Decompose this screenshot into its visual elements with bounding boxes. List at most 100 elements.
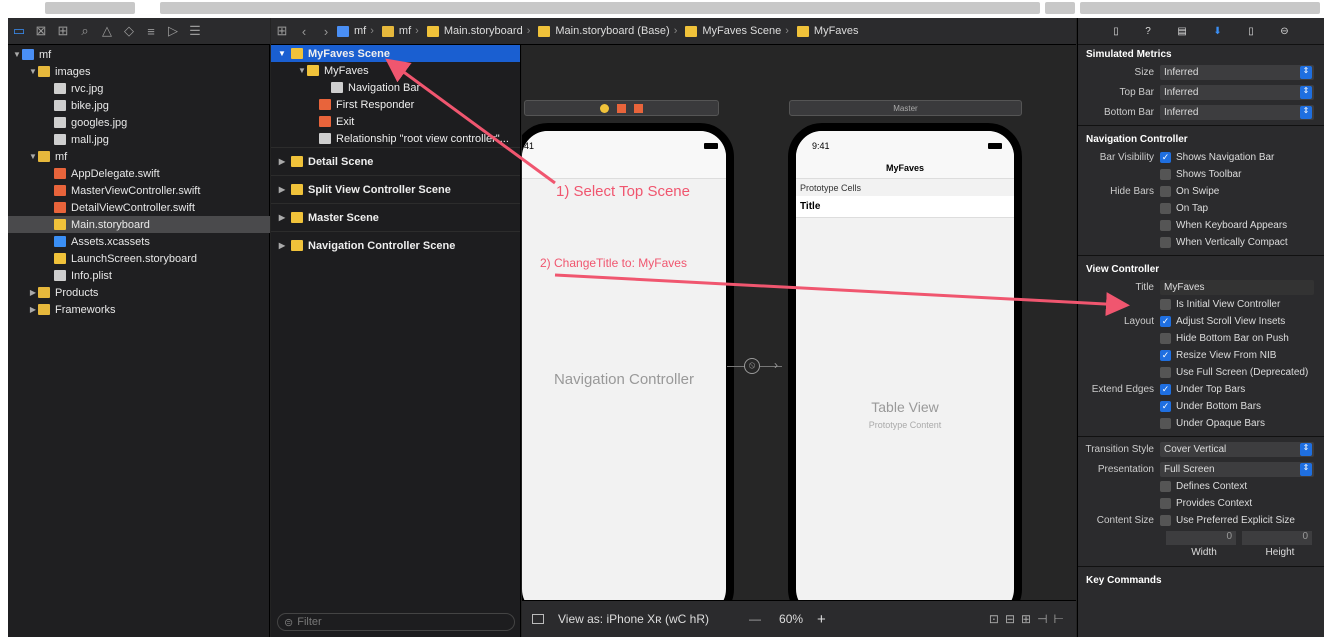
nav-item[interactable]: rvc.jpg (8, 80, 270, 97)
nav-item[interactable]: AppDelegate.swift (8, 165, 270, 182)
nav-item[interactable]: Info.plist (8, 267, 270, 284)
checkbox-keyboard[interactable] (1160, 220, 1171, 231)
disclosure-icon[interactable]: ▶ (28, 288, 38, 297)
outline-toggle-icon[interactable] (532, 614, 544, 624)
outline-scene[interactable]: ▶ Split View Controller Scene (271, 175, 520, 203)
cell-title[interactable]: Title (796, 196, 1014, 218)
scene-dock[interactable] (524, 100, 719, 116)
height-field[interactable]: 0 (1242, 530, 1312, 545)
nav-item[interactable]: ▶ Frameworks (8, 301, 270, 318)
disclosure-icon[interactable]: ▶ (277, 185, 287, 194)
disclosure-icon[interactable]: ▼ (277, 49, 287, 58)
width-field[interactable]: 0 (1166, 530, 1236, 545)
nav-item[interactable]: DetailViewController.swift (8, 199, 270, 216)
nav-item[interactable]: Main.storyboard (8, 216, 270, 233)
breakpoint-icon[interactable]: ▷ (162, 20, 184, 42)
disclosure-icon[interactable]: ▶ (277, 213, 287, 222)
identity-icon[interactable]: ▤ (1177, 26, 1186, 37)
back-icon[interactable]: ‹ (293, 20, 315, 42)
nav-item[interactable]: mall.jpg (8, 131, 270, 148)
master-scene-dock[interactable]: Master (789, 100, 1022, 116)
disclosure-icon[interactable]: ▶ (277, 241, 287, 250)
checkbox-shows-toolbar[interactable] (1160, 169, 1171, 180)
checkbox-provides[interactable] (1160, 498, 1171, 509)
breadcrumb-item[interactable]: MyFaves Scene › (685, 25, 793, 37)
grid-icon[interactable]: ⊞ (271, 20, 293, 42)
segue-icon[interactable]: ⦸ (744, 358, 760, 374)
disclosure-icon[interactable]: ▼ (28, 67, 38, 76)
nav-item[interactable]: ▼ mf (8, 148, 270, 165)
disclosure-icon[interactable]: ▶ (277, 157, 287, 166)
disclosure-icon[interactable]: ▼ (12, 50, 22, 59)
checkbox-is-initial[interactable] (1160, 299, 1171, 310)
file-icon[interactable]: ▯ (1113, 26, 1119, 37)
metric-select[interactable]: Inferred ⇕ (1160, 105, 1314, 120)
title-field[interactable]: MyFaves (1160, 280, 1314, 295)
nav-item[interactable]: bike.jpg (8, 97, 270, 114)
breadcrumb-item[interactable]: MyFaves (796, 25, 859, 37)
checkbox-on-swipe[interactable] (1160, 186, 1171, 197)
transition-style-select[interactable]: Cover Vertical ⇕ (1160, 442, 1314, 457)
checkbox-defines[interactable] (1160, 481, 1171, 492)
hierarchy-icon[interactable]: ⊞ (52, 20, 74, 42)
checkbox-under-opaque[interactable] (1160, 418, 1171, 429)
layout-tools-icon[interactable]: ⊡⊟⊞⊣⊢ (989, 612, 1070, 626)
vc-icon[interactable] (600, 103, 609, 113)
zoom-in-button[interactable]: + (817, 611, 826, 628)
breadcrumb-item[interactable]: Main.storyboard › (426, 25, 535, 37)
outline-item[interactable]: First Responder (271, 96, 520, 113)
nav-item[interactable]: MasterViewController.swift (8, 182, 270, 199)
outline-item[interactable]: Exit (271, 113, 520, 130)
outline-scene[interactable]: ▶ Navigation Controller Scene (271, 231, 520, 259)
test-icon[interactable]: ◇ (118, 20, 140, 42)
connections-icon[interactable]: ⊖ (1280, 26, 1288, 37)
nav-item[interactable]: Assets.xcassets (8, 233, 270, 250)
breadcrumb-item[interactable]: Main.storyboard (Base) › (538, 25, 681, 37)
breadcrumb-item[interactable]: mf › (381, 25, 423, 37)
master-phone[interactable]: 9:41 MyFaves Prototype Cells Title Table… (788, 123, 1022, 600)
disclosure-icon[interactable]: ▶ (28, 305, 38, 314)
storyboard-canvas[interactable]: 41 Navigation Controller ⦸ › Master 9:41… (522, 45, 1076, 600)
nav-item[interactable]: googles.jpg (8, 114, 270, 131)
search-icon[interactable]: ⌕ (74, 20, 96, 42)
help-icon[interactable]: ? (1145, 26, 1151, 37)
outline-item[interactable]: Relationship "root view controller"... (271, 130, 520, 147)
view-as-button[interactable]: View as: iPhone Xʀ (wC hR) (558, 612, 709, 626)
folder-icon[interactable]: ▭ (8, 20, 30, 42)
report-icon[interactable]: ☰ (184, 20, 206, 42)
source-control-icon[interactable]: ⊠ (30, 20, 52, 42)
debug-icon[interactable]: ≡ (140, 20, 162, 42)
outline-item[interactable]: Navigation Bar (271, 79, 520, 96)
checkbox-under-bottom[interactable]: ✓ (1160, 401, 1171, 412)
checkbox-adjust[interactable]: ✓ (1160, 316, 1171, 327)
zoom-level[interactable]: 60% (779, 612, 803, 626)
outline-scene[interactable]: ▶ Master Scene (271, 203, 520, 231)
filter-field[interactable]: ⊜ Filter (277, 613, 515, 631)
attributes-icon[interactable]: ⬇ (1213, 26, 1221, 37)
disclosure-icon[interactable]: ▼ (297, 66, 307, 75)
forward-icon[interactable]: › (315, 20, 337, 42)
responder-icon[interactable] (617, 103, 626, 113)
metric-select[interactable]: Inferred ⇕ (1160, 65, 1314, 80)
nav-item[interactable]: ▶ Products (8, 284, 270, 301)
nav-item[interactable]: LaunchScreen.storyboard (8, 250, 270, 267)
exit-icon[interactable] (634, 103, 643, 113)
breadcrumb-item[interactable]: mf › (337, 25, 378, 37)
checkbox-compact[interactable] (1160, 237, 1171, 248)
checkbox-preferred[interactable] (1160, 515, 1171, 526)
size-icon[interactable]: ▯ (1248, 26, 1254, 37)
zoom-out-button[interactable]: — (749, 612, 761, 626)
outline-myfaves-scene[interactable]: ▼ MyFaves Scene (271, 45, 520, 62)
checkbox-on-tap[interactable] (1160, 203, 1171, 214)
checkbox-hide-bottom[interactable] (1160, 333, 1171, 344)
checkbox-shows-nav-bar[interactable]: ✓ (1160, 152, 1171, 163)
presentation-select[interactable]: Full Screen ⇕ (1160, 462, 1314, 477)
checkbox-resize[interactable]: ✓ (1160, 350, 1171, 361)
outline-item[interactable]: ▼ MyFaves (271, 62, 520, 79)
checkbox-full-screen[interactable] (1160, 367, 1171, 378)
nav-item[interactable]: ▼ images (8, 63, 270, 80)
metric-select[interactable]: Inferred ⇕ (1160, 85, 1314, 100)
nav-item[interactable]: ▼ mf (8, 46, 270, 63)
warning-icon[interactable]: △ (96, 20, 118, 42)
disclosure-icon[interactable]: ▼ (28, 152, 38, 161)
